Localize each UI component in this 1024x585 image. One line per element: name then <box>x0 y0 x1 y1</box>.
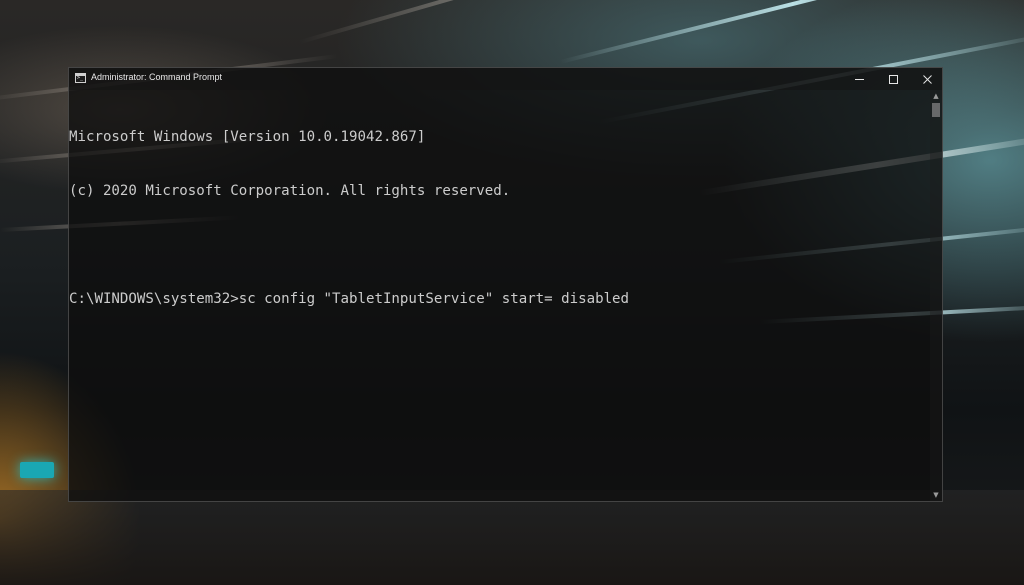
scroll-thumb[interactable] <box>932 103 940 117</box>
command-line[interactable]: C:\WINDOWS\system32>sc config "TabletInp… <box>69 290 930 308</box>
command-prompt-icon[interactable] <box>75 73 86 83</box>
light-streak <box>299 0 705 44</box>
console-line: (c) 2020 Microsoft Corporation. All righ… <box>69 183 511 199</box>
title-bar[interactable]: Administrator: Command Prompt <box>69 68 942 90</box>
close-icon <box>922 74 932 84</box>
close-button[interactable] <box>910 68 944 90</box>
vertical-scrollbar[interactable]: ▲ ▼ <box>930 90 942 501</box>
command-prompt-window[interactable]: Administrator: Command Prompt Microsoft … <box>68 67 943 502</box>
minimize-button[interactable] <box>842 68 876 90</box>
exit-sign-light <box>20 462 54 478</box>
maximize-icon <box>888 74 898 84</box>
platform-floor <box>0 490 1024 585</box>
minimize-icon <box>854 78 864 80</box>
scroll-up-arrow-icon[interactable]: ▲ <box>930 90 942 102</box>
console-output[interactable]: Microsoft Windows [Version 10.0.19042.86… <box>69 90 930 501</box>
scroll-down-arrow-icon[interactable]: ▼ <box>930 489 942 501</box>
window-title: Administrator: Command Prompt <box>91 72 223 82</box>
console-line: Microsoft Windows [Version 10.0.19042.86… <box>69 129 426 145</box>
maximize-button[interactable] <box>876 68 910 90</box>
